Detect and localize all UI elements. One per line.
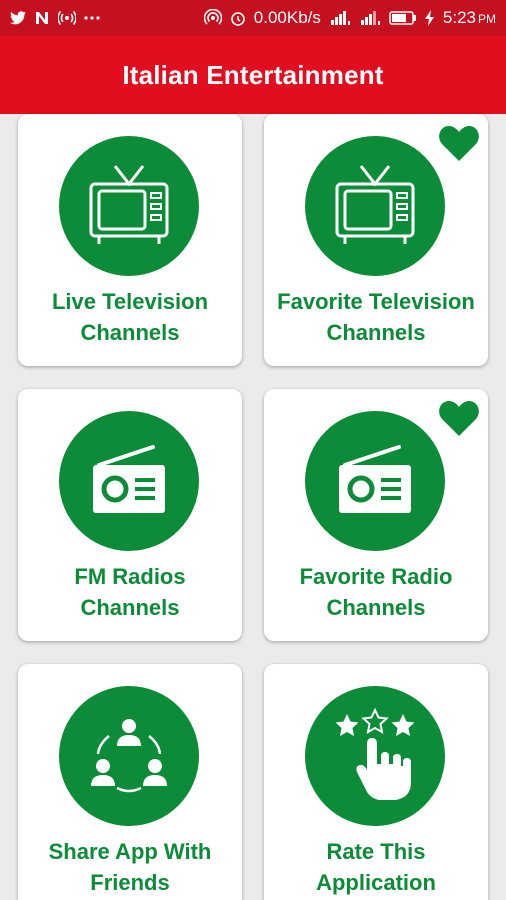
status-bar-left <box>10 10 100 26</box>
tv-icon <box>305 136 445 276</box>
alarm-icon <box>230 10 246 26</box>
share-people-icon <box>59 686 199 826</box>
radio-icon <box>305 411 445 551</box>
twitter-icon <box>10 11 26 25</box>
app-title: Italian Entertainment <box>122 59 384 90</box>
sim2-signal-icon <box>359 10 381 26</box>
signal-broadcast-icon <box>58 10 76 26</box>
clock-ampm: PM <box>478 12 496 26</box>
clock-time: 5:23 <box>442 8 476 27</box>
clock: 5:23 PM <box>443 8 496 28</box>
rate-app-label: Rate This Application <box>316 839 436 895</box>
charging-icon <box>424 10 435 26</box>
rate-app-card[interactable]: Rate This Application <box>264 664 488 900</box>
heart-icon <box>439 126 479 161</box>
rate-stars-hand-icon <box>305 686 445 826</box>
status-bar-right: 0.00Kb/s 5:23 PM <box>203 8 496 28</box>
n-app-icon <box>34 10 50 26</box>
favorite-tv-card[interactable]: Favorite Television Channels <box>264 114 488 366</box>
share-app-card[interactable]: Share App With Friends <box>18 664 242 900</box>
share-app-label: Share App With Friends <box>48 839 212 895</box>
fm-radio-card[interactable]: FM Radios Channels <box>18 389 242 641</box>
more-dots-icon <box>84 15 100 21</box>
network-speed: 0.00Kb/s <box>253 8 321 27</box>
favorite-tv-label: Favorite Television Channels <box>277 289 475 345</box>
sim1-signal-icon <box>329 10 351 26</box>
app-bar: Italian Entertainment <box>0 36 506 114</box>
fm-radio-label: FM Radios Channels <box>74 564 186 620</box>
live-tv-card[interactable]: Live Television Channels <box>18 114 242 366</box>
radio-icon <box>59 411 199 551</box>
heart-icon <box>439 401 479 436</box>
tv-icon <box>59 136 199 276</box>
live-tv-label: Live Television Channels <box>51 289 209 345</box>
battery-icon <box>389 11 417 25</box>
hotspot-icon <box>203 9 222 27</box>
favorite-radio-card[interactable]: Favorite Radio Channels <box>264 389 488 641</box>
favorite-radio-label: Favorite Radio Channels <box>299 564 453 620</box>
status-bar: 0.00Kb/s 5:23 PM <box>0 0 506 36</box>
